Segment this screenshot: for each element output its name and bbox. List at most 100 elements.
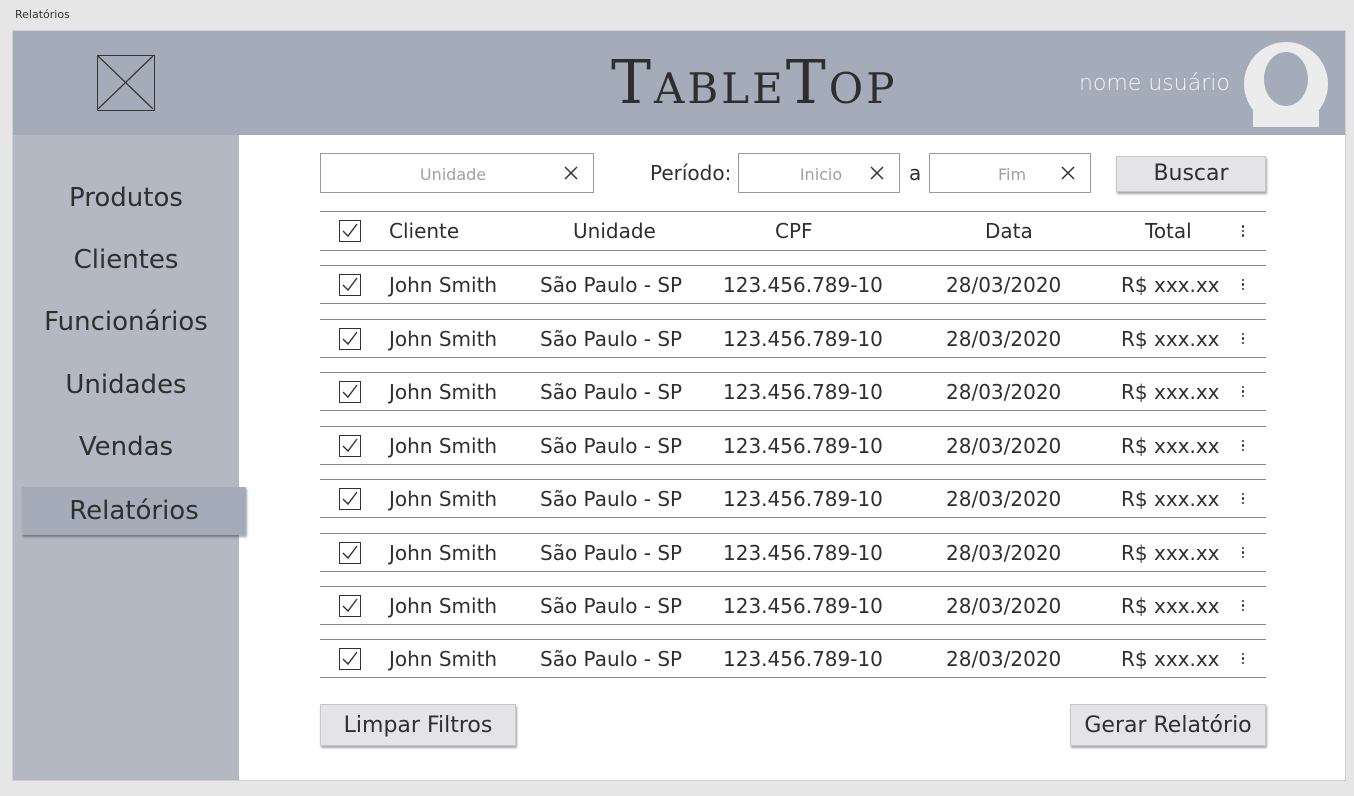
check-icon [342,438,358,453]
cell-cpf: 123.456.789-10 [723,593,883,618]
column-header-total[interactable]: Total [1145,212,1192,250]
row-options-icon[interactable] [1238,640,1248,677]
row-checkbox[interactable] [339,435,361,457]
cell-cliente: John Smith [389,272,498,297]
table-row[interactable]: John Smith São Paulo - SP 123.456.789-10 28… [320,639,1266,678]
row-checkbox[interactable] [339,542,361,564]
cell-unidade: São Paulo - SP [540,433,683,458]
user-avatar-icon[interactable] [1243,41,1329,127]
check-icon [342,331,358,346]
row-options-icon[interactable] [1238,587,1248,624]
clear-unidade-icon[interactable] [561,163,581,183]
more-options-icon[interactable] [1238,212,1248,250]
brand-title: TableTop [611,48,898,118]
table-row[interactable]: John Smith São Paulo - SP 123.456.789-10 28… [320,265,1266,304]
row-checkbox[interactable] [339,488,361,510]
cell-data: 28/03/2020 [946,379,1062,404]
check-icon [342,384,358,399]
user-name[interactable]: nome usuário [1079,71,1230,96]
check-icon [342,491,358,506]
check-icon [342,223,358,238]
row-checkbox[interactable] [339,595,361,617]
cell-cliente: John Smith [389,379,498,404]
clear-fim-icon[interactable] [1058,163,1078,183]
table-row[interactable]: John Smith São Paulo - SP 123.456.789-10 28… [320,533,1266,572]
row-options-icon[interactable] [1238,320,1248,357]
row-checkbox[interactable] [339,274,361,296]
cell-cliente: John Smith [389,593,498,618]
check-icon [342,651,358,666]
select-all-checkbox[interactable] [339,220,361,242]
inicio-filter [738,153,903,194]
cell-data: 28/03/2020 [946,433,1062,458]
row-options-icon[interactable] [1238,534,1248,571]
row-options-icon[interactable] [1238,480,1248,517]
column-header-unidade[interactable]: Unidade [573,212,656,250]
cell-cliente: John Smith [389,486,498,511]
clear-filters-button[interactable]: Limpar Filtros [320,704,516,746]
cell-total: R$ xxx.xx [1121,540,1220,565]
cell-unidade: São Paulo - SP [540,646,683,671]
window-title: Relatórios [15,8,70,21]
table-row[interactable]: John Smith São Paulo - SP 123.456.789-10 28… [320,586,1266,625]
cell-data: 28/03/2020 [946,272,1062,297]
cell-data: 28/03/2020 [946,593,1062,618]
cell-data: 28/03/2020 [946,646,1062,671]
generate-report-button[interactable]: Gerar Relatório [1070,704,1266,746]
row-checkbox[interactable] [339,381,361,403]
table-row[interactable]: John Smith São Paulo - SP 123.456.789-10 28… [320,372,1266,411]
cell-data: 28/03/2020 [946,486,1062,511]
table-row[interactable]: John Smith São Paulo - SP 123.456.789-10 28… [320,319,1266,358]
column-header-data[interactable]: Data [985,212,1033,250]
row-options-icon[interactable] [1238,427,1248,464]
sidebar-item-unidades[interactable]: Unidades [13,370,239,400]
column-header-cliente[interactable]: Cliente [389,212,459,250]
table-row[interactable]: John Smith São Paulo - SP 123.456.789-10 28… [320,479,1266,518]
cell-cliente: John Smith [389,646,498,671]
cell-unidade: São Paulo - SP [540,486,683,511]
cell-data: 28/03/2020 [946,326,1062,351]
check-icon [342,277,358,292]
cell-cpf: 123.456.789-10 [723,433,883,458]
unidade-filter [320,153,594,194]
cell-cliente: John Smith [389,326,498,351]
row-options-icon[interactable] [1238,266,1248,303]
search-button[interactable]: Buscar [1116,156,1266,192]
cell-cpf: 123.456.789-10 [723,379,883,404]
fim-filter [929,153,1094,194]
cell-unidade: São Paulo - SP [540,272,683,297]
cell-cpf: 123.456.789-10 [723,540,883,565]
image-placeholder-icon [97,55,155,111]
cell-total: R$ xxx.xx [1121,593,1220,618]
cell-cpf: 123.456.789-10 [723,646,883,671]
check-icon [342,545,358,560]
sidebar-item-clientes[interactable]: Clientes [13,245,239,275]
cell-unidade: São Paulo - SP [540,326,683,351]
sidebar-item-produtos[interactable]: Produtos [13,183,239,213]
cell-total: R$ xxx.xx [1121,433,1220,458]
cell-cpf: 123.456.789-10 [723,272,883,297]
cell-cliente: John Smith [389,433,498,458]
cell-total: R$ xxx.xx [1121,326,1220,351]
app-header: TableTop nome usuário [13,31,1345,135]
app-frame: TableTop nome usuário Produtos Clientes … [12,30,1346,781]
sidebar-item-vendas[interactable]: Vendas [13,432,239,462]
cell-total: R$ xxx.xx [1121,486,1220,511]
sidebar-item-relatorios[interactable]: Relatórios [22,487,246,535]
clear-inicio-icon[interactable] [867,163,887,183]
cell-cpf: 123.456.789-10 [723,486,883,511]
check-icon [342,598,358,613]
cell-unidade: São Paulo - SP [540,379,683,404]
cell-total: R$ xxx.xx [1121,379,1220,404]
row-checkbox[interactable] [339,328,361,350]
unidade-input[interactable] [321,154,585,194]
cell-unidade: São Paulo - SP [540,540,683,565]
row-checkbox[interactable] [339,648,361,670]
cell-cliente: John Smith [389,540,498,565]
row-options-icon[interactable] [1238,373,1248,410]
periodo-separator: a [909,161,922,185]
table-row[interactable]: John Smith São Paulo - SP 123.456.789-10 28… [320,426,1266,465]
sidebar-item-funcionarios[interactable]: Funcionários [13,307,239,337]
table-header: Cliente Unidade CPF Data Total [320,211,1266,251]
column-header-cpf[interactable]: CPF [775,212,813,250]
